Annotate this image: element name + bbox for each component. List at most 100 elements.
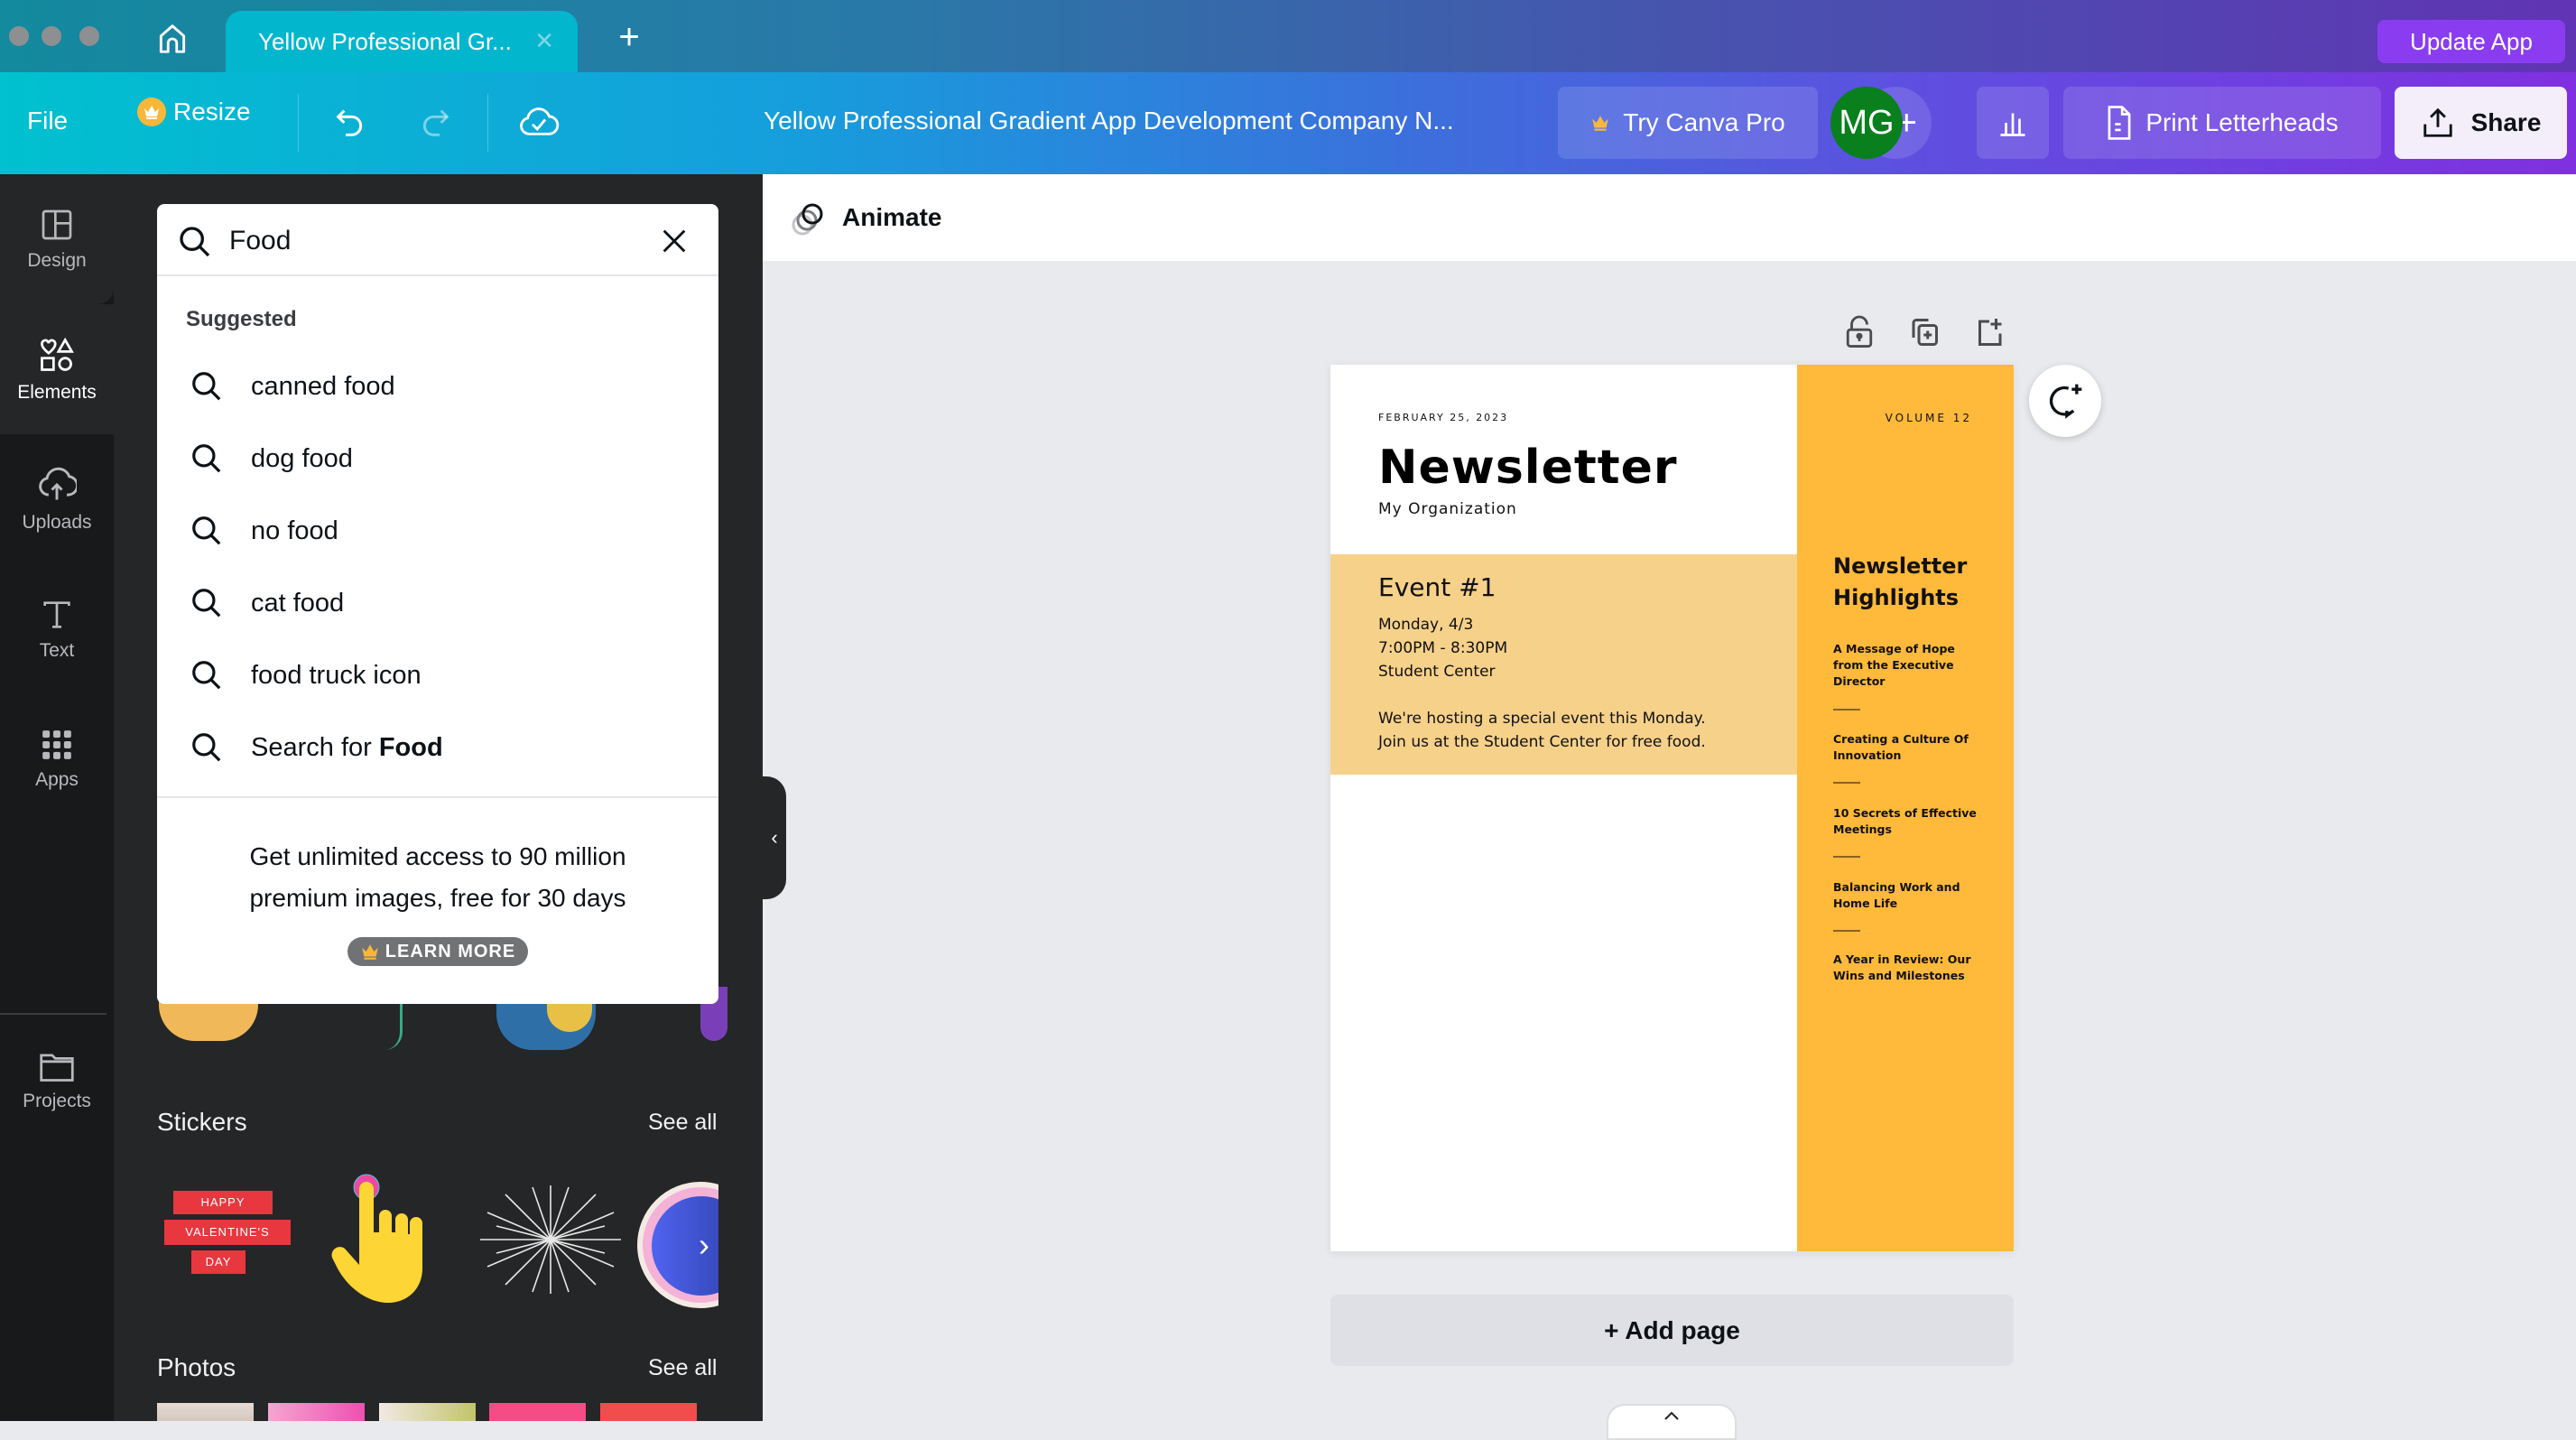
home-button[interactable] [152, 20, 193, 58]
design-page[interactable]: VOLUME 12 Newsletter Highlights A Messag… [1330, 365, 2014, 1251]
suggestion-item[interactable]: dog food [190, 432, 695, 486]
learn-more-button[interactable]: LEARN MORE [347, 937, 528, 966]
clear-search-icon[interactable] [659, 226, 690, 256]
stickers-see-all-link[interactable]: See all [648, 1110, 717, 1136]
add-comment-button[interactable] [2029, 365, 2101, 437]
suggestion-label: cat food [251, 588, 345, 618]
add-page-icon [1978, 319, 2002, 346]
newsletter-organization[interactable]: My Organization [1378, 500, 1517, 518]
bar-chart-icon [2000, 113, 2025, 136]
editor-toolbar: File Resize Yellow Professional Gradient… [0, 72, 2576, 174]
insights-button[interactable] [1977, 87, 2049, 159]
search-bar [157, 204, 718, 276]
volume-label[interactable]: VOLUME 12 [1886, 412, 1972, 424]
user-avatar[interactable]: MG [1830, 87, 1903, 159]
event-description[interactable]: Join us at the Student Center for free f… [1378, 733, 1706, 751]
redo-icon [422, 109, 449, 136]
event-time[interactable]: 7:00PM - 8:30PM [1378, 639, 1507, 657]
undo-icon [336, 109, 363, 136]
event-section[interactable]: Event #1 Monday, 4/3 7:00PM - 8:30PM Stu… [1330, 554, 1797, 775]
sticker-tap-hand[interactable] [330, 1171, 448, 1306]
add-page-icon-button[interactable] [1969, 312, 2009, 352]
print-letterheads-button[interactable]: Print Letterheads [2063, 87, 2381, 159]
context-toolbar: Animate [763, 174, 2576, 261]
comment-add-icon [2049, 384, 2082, 419]
photo-thumbnail[interactable] [268, 1403, 365, 1421]
search-icon [192, 444, 221, 473]
animate-label[interactable]: Animate [842, 203, 941, 232]
event-title[interactable]: Event #1 [1378, 572, 1496, 602]
event-description[interactable]: We're hosting a special event this Monda… [1378, 710, 1706, 728]
suggestion-item[interactable]: food truck icon [190, 648, 695, 702]
document-tab[interactable]: Yellow Professional Gr... ✕ [226, 11, 578, 72]
stickers-section-title: Stickers [157, 1108, 247, 1136]
sticker-starburst[interactable] [478, 1185, 623, 1294]
suggestion-item[interactable]: canned food [190, 359, 695, 413]
rail-item-label: Elements [17, 382, 97, 403]
add-page-button[interactable]: + Add page [1330, 1295, 2014, 1366]
rail-item-elements[interactable]: Elements [0, 304, 114, 434]
photo-thumbnail[interactable] [157, 1403, 254, 1421]
save-status-button[interactable] [518, 103, 560, 143]
rail-item-label: Design [27, 250, 87, 271]
document-title[interactable]: Yellow Professional Gradient App Develop… [764, 107, 1454, 135]
resize-button[interactable]: Resize [137, 98, 251, 126]
window-maximize-button[interactable] [79, 26, 99, 46]
show-pages-button[interactable] [1607, 1404, 1737, 1440]
stickers-next-arrow[interactable]: › [699, 1227, 718, 1263]
rail-item-uploads[interactable]: Uploads [0, 434, 114, 564]
rail-item-apps[interactable]: Apps [0, 694, 114, 824]
search-for-item[interactable]: Search for Food [190, 720, 695, 775]
sticker-text: VALENTINE'S [164, 1220, 291, 1245]
try-canva-pro-button[interactable]: Try Canva Pro [1558, 87, 1818, 159]
sticker-happy-valentines[interactable]: HAPPY VALENTINE'S DAY [164, 1185, 291, 1285]
duplicate-page-button[interactable] [1904, 312, 1944, 352]
share-button[interactable]: Share [2395, 87, 2567, 159]
photo-thumbnail[interactable] [489, 1403, 586, 1421]
lock-page-button[interactable] [1839, 312, 1879, 352]
search-icon [192, 516, 221, 545]
crown-icon [361, 944, 378, 960]
highlight-item[interactable]: Balancing Work and Home Life [1833, 879, 1987, 912]
window-minimize-button[interactable] [42, 26, 61, 46]
animate-button[interactable] [790, 201, 829, 237]
update-app-button[interactable]: Update App [2377, 20, 2565, 63]
photos-see-all-link[interactable]: See all [648, 1355, 717, 1381]
highlights-column[interactable]: VOLUME 12 Newsletter Highlights A Messag… [1797, 365, 2014, 1251]
rail-item-text[interactable]: Text [0, 564, 114, 694]
newsletter-date[interactable]: FEBRUARY 25, 2023 [1378, 412, 1508, 423]
tab-close-icon[interactable]: ✕ [534, 27, 554, 55]
highlight-divider [1833, 930, 1860, 932]
suggestion-item[interactable]: cat food [190, 576, 695, 630]
photo-thumbnail[interactable] [379, 1403, 476, 1421]
highlight-item[interactable]: 10 Secrets of Effective Meetings [1833, 805, 1987, 838]
starburst-icon [480, 1185, 621, 1294]
rail-item-projects[interactable]: Projects [0, 1016, 114, 1146]
photo-thumbnail[interactable] [600, 1403, 697, 1421]
redo-button[interactable] [417, 105, 453, 141]
newsletter-title[interactable]: Newsletter [1378, 441, 1678, 495]
highlight-item[interactable]: A Year in Review: Our Wins and Milestone… [1833, 952, 1987, 984]
rail-item-design[interactable]: Design [0, 174, 114, 304]
undo-button[interactable] [332, 105, 368, 141]
promo-line: premium images, free for 30 days [249, 884, 626, 912]
highlight-item[interactable]: Creating a Culture Of Innovation [1833, 731, 1987, 764]
highlights-heading[interactable]: Newsletter Highlights [1833, 551, 1967, 614]
sticker-text: HAPPY [173, 1191, 273, 1214]
learn-more-label: LEARN MORE [385, 941, 516, 962]
suggestion-label: dog food [251, 443, 353, 473]
file-menu[interactable]: File [27, 107, 68, 135]
suggestion-label: canned food [251, 371, 395, 401]
highlight-divider [1833, 709, 1860, 711]
event-location[interactable]: Student Center [1378, 663, 1496, 681]
highlight-item[interactable]: A Message of Hope from the Executive Dir… [1833, 641, 1987, 690]
collapse-panel-button[interactable]: ‹ [763, 776, 786, 899]
suggestion-item[interactable]: no food [190, 504, 695, 558]
event-day[interactable]: Monday, 4/3 [1378, 616, 1473, 634]
shapes-icon [41, 337, 74, 371]
search-input[interactable] [229, 220, 626, 262]
rail-item-label: Apps [35, 769, 79, 790]
suggestion-label: no food [251, 516, 338, 545]
window-close-button[interactable] [9, 26, 29, 46]
new-tab-button[interactable]: + [612, 19, 646, 55]
